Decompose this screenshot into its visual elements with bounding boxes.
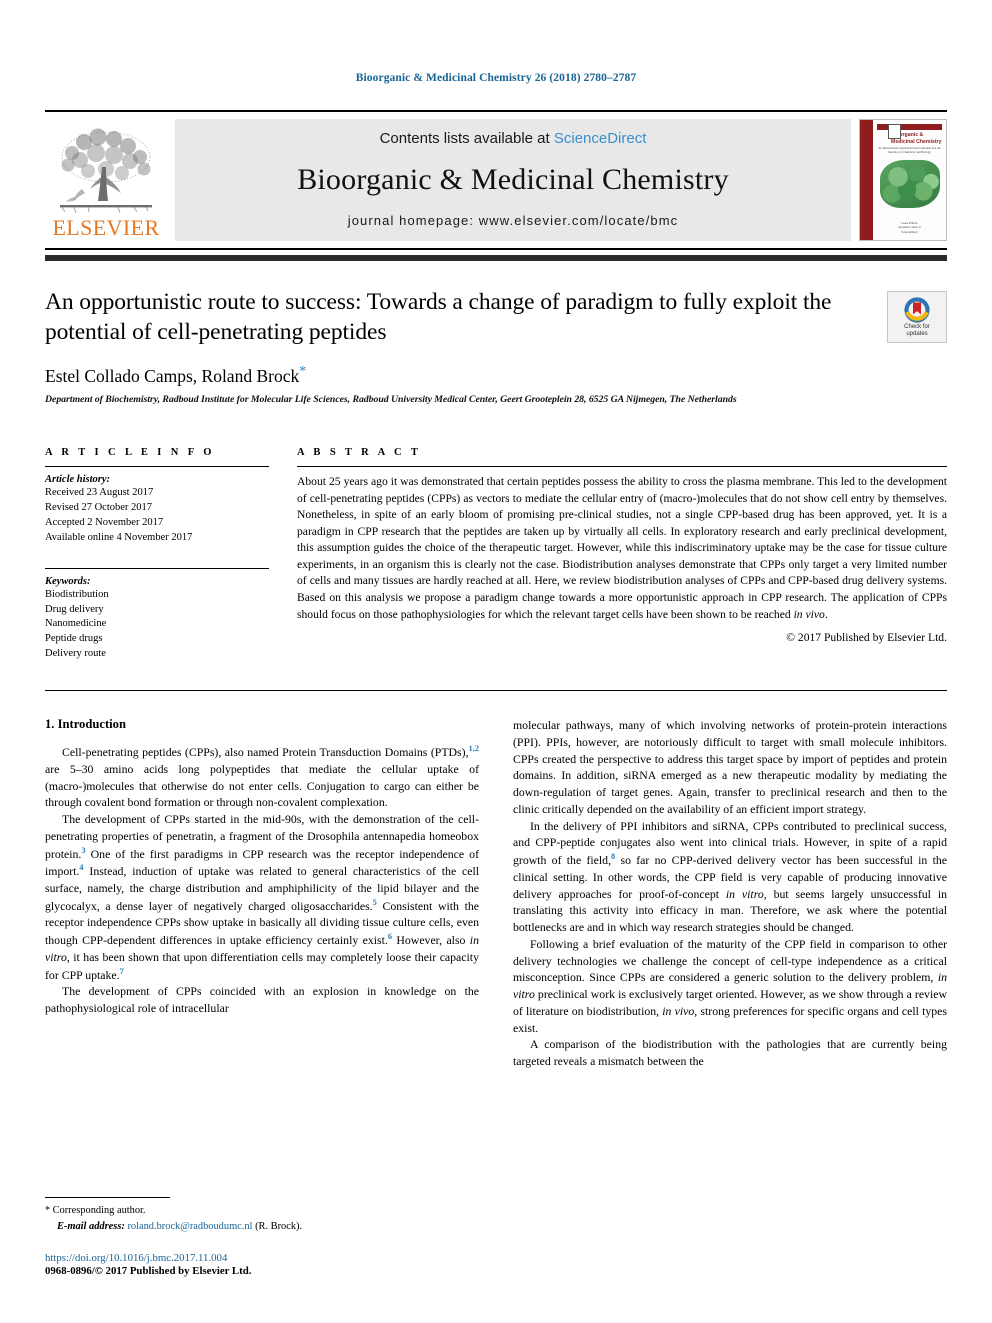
paragraph-text: However, also (392, 933, 470, 947)
contents-prefix: Contents lists available at (379, 130, 554, 147)
article-history-available: Available online 4 November 2017 (45, 531, 193, 543)
email-label: E-mail address: (57, 1220, 125, 1232)
article-history-received: Received 23 August 2017 (45, 486, 154, 498)
paragraph-text: Cell-penetrating peptides (CPPs), also n… (62, 745, 469, 760)
crossmark-label: Check for updates (904, 324, 930, 338)
cover-footer-c: ScienceDirect (901, 230, 918, 235)
cover-footer: Guest Editors Available online at Scienc… (898, 221, 921, 240)
paragraph: A comparison of the biodistribution with… (513, 1037, 947, 1069)
page-title: An opportunistic route to success: Towar… (45, 289, 832, 346)
footnote-rule (45, 1197, 170, 1199)
italic-in-vitro: in vitro (725, 886, 764, 901)
article-history-accepted: Accepted 2 November 2017 (45, 516, 164, 528)
cover-body: Bioorganic & Medicinal Chemistry An Inte… (873, 120, 946, 240)
article-history-label: Article history: (45, 473, 111, 485)
journal-cover-thumbnail: Bioorganic & Medicinal Chemistry An Inte… (859, 119, 947, 241)
abstract-heading: A B S T R A C T (297, 446, 422, 458)
crossmark-badge[interactable]: Check for updates (887, 291, 947, 343)
cover-title: Bioorganic & Medicinal Chemistry (891, 132, 942, 145)
body-columns: 1. Introduction Cell-penetrating peptide… (45, 717, 947, 1070)
keyword-item: Delivery route (45, 648, 106, 660)
italic-in-vivo: in vivo (662, 1003, 695, 1018)
author-list: Estel Collado Camps, Roland Brock* (45, 364, 871, 387)
paragraph: The development of CPPs started in the m… (45, 811, 479, 983)
crossmark-icon (904, 297, 930, 323)
elsevier-logo: ELSEVIER (45, 119, 167, 241)
article-history-revised: Revised 27 October 2017 (45, 501, 153, 513)
abstract-period: . (824, 607, 828, 621)
journal-homepage-link[interactable]: journal homepage: www.elsevier.com/locat… (348, 213, 679, 228)
paragraph-text: Following a brief evaluation of the matu… (513, 936, 947, 985)
crossmark-label-line2: updates (906, 330, 928, 337)
article-first-page: Bioorganic & Medicinal Chemistry 26 (201… (0, 0, 992, 1323)
keyword-item: Nanomedicine (45, 618, 107, 630)
affiliation: Department of Biochemistry, Radboud Inst… (45, 393, 737, 405)
article-info-rule (45, 465, 269, 467)
title-text-group: An opportunistic route to success: Towar… (45, 287, 887, 405)
cover-protein-structure-image (879, 159, 940, 208)
corresponding-author-marker: * (299, 364, 307, 380)
keyword-item: Drug delivery (45, 603, 104, 615)
keyword-item: Peptide drugs (45, 633, 103, 645)
citation-ref[interactable]: 1,2 (469, 744, 479, 753)
title-block: An opportunistic route to success: Towar… (45, 287, 947, 405)
article-info-column: A R T I C L E I N F O Article history: R… (45, 447, 297, 662)
elsevier-wordmark: ELSEVIER (52, 215, 160, 240)
paragraph: The development of CPPs coincided with a… (45, 984, 479, 1015)
cover-spine (860, 120, 873, 240)
masthead-center: Contents lists available at ScienceDirec… (175, 119, 851, 241)
email-owner: (R. Brock). (255, 1220, 303, 1232)
sciencedirect-link[interactable]: ScienceDirect (554, 130, 647, 147)
corresponding-text: Corresponding author. (50, 1205, 146, 1217)
info-abstract-section: A R T I C L E I N F O Article history: R… (45, 447, 947, 662)
cover-elsevier-mark-icon (888, 124, 901, 139)
keyword-item: Biodistribution (45, 588, 109, 600)
abstract-column: A B S T R A C T About 25 years ago it wa… (297, 447, 947, 644)
elsevier-tree-icon (60, 128, 152, 214)
paragraph: molecular pathways, many of which involv… (513, 718, 947, 816)
corresponding-author-note: * Corresponding author. (45, 1203, 475, 1219)
abstract-main: About 25 years ago it was demonstrated t… (297, 474, 947, 621)
author-names: Estel Collado Camps, Roland Brock (45, 365, 300, 386)
cover-subtitle: An International Journal Devoted to Rese… (878, 146, 941, 154)
section-title-introduction: 1. Introduction (45, 717, 126, 732)
abstract-copyright: © 2017 Published by Elsevier Ltd. (786, 631, 947, 645)
issn-copyright: 0968-0896/© 2017 Published by Elsevier L… (45, 1265, 252, 1277)
keywords-rule (45, 567, 269, 569)
running-head: Bioorganic & Medicinal Chemistry 26 (201… (355, 72, 637, 84)
journal-title: Bioorganic & Medicinal Chemistry (297, 163, 729, 196)
doi-link[interactable]: https://doi.org/10.1016/j.bmc.2017.11.00… (45, 1252, 475, 1264)
abstract-rule (297, 465, 947, 467)
journal-masthead: ELSEVIER Contents lists available at Sci… (45, 110, 947, 250)
paragraph: In the delivery of PPI inhibitors and si… (513, 818, 947, 936)
citation-ref[interactable]: 7 (120, 967, 124, 976)
body-column-right: molecular pathways, many of which involv… (513, 717, 947, 1070)
cover-topbar (877, 124, 942, 130)
email-link[interactable]: roland.brock@radboudumc.nl (127, 1221, 252, 1232)
contents-available-line: Contents lists available at ScienceDirec… (380, 130, 647, 147)
footnote-block: * Corresponding author. E-mail address: … (45, 1197, 475, 1277)
article-info-heading: A R T I C L E I N F O (45, 446, 215, 458)
abstract-italic-invivo: in vivo (793, 607, 825, 621)
keywords-label: Keywords: (45, 575, 91, 587)
crossmark-label-line1: Check for (904, 323, 930, 330)
body-column-left: 1. Introduction Cell-penetrating peptide… (45, 717, 479, 1070)
paragraph: Cell-penetrating peptides (CPPs), also n… (45, 743, 479, 811)
masthead-bottom-rule (45, 255, 947, 261)
body-separator-rule (45, 690, 947, 692)
email-note: E-mail address: roland.brock@radboudumc.… (45, 1219, 475, 1234)
paragraph: Following a brief evaluation of the matu… (513, 936, 947, 1037)
abstract-text: About 25 years ago it was demonstrated t… (297, 474, 947, 623)
paragraph-text: , it has been shown that upon differenti… (45, 949, 479, 982)
paragraph-text: are 5–30 amino acids long polypeptides t… (45, 761, 479, 810)
